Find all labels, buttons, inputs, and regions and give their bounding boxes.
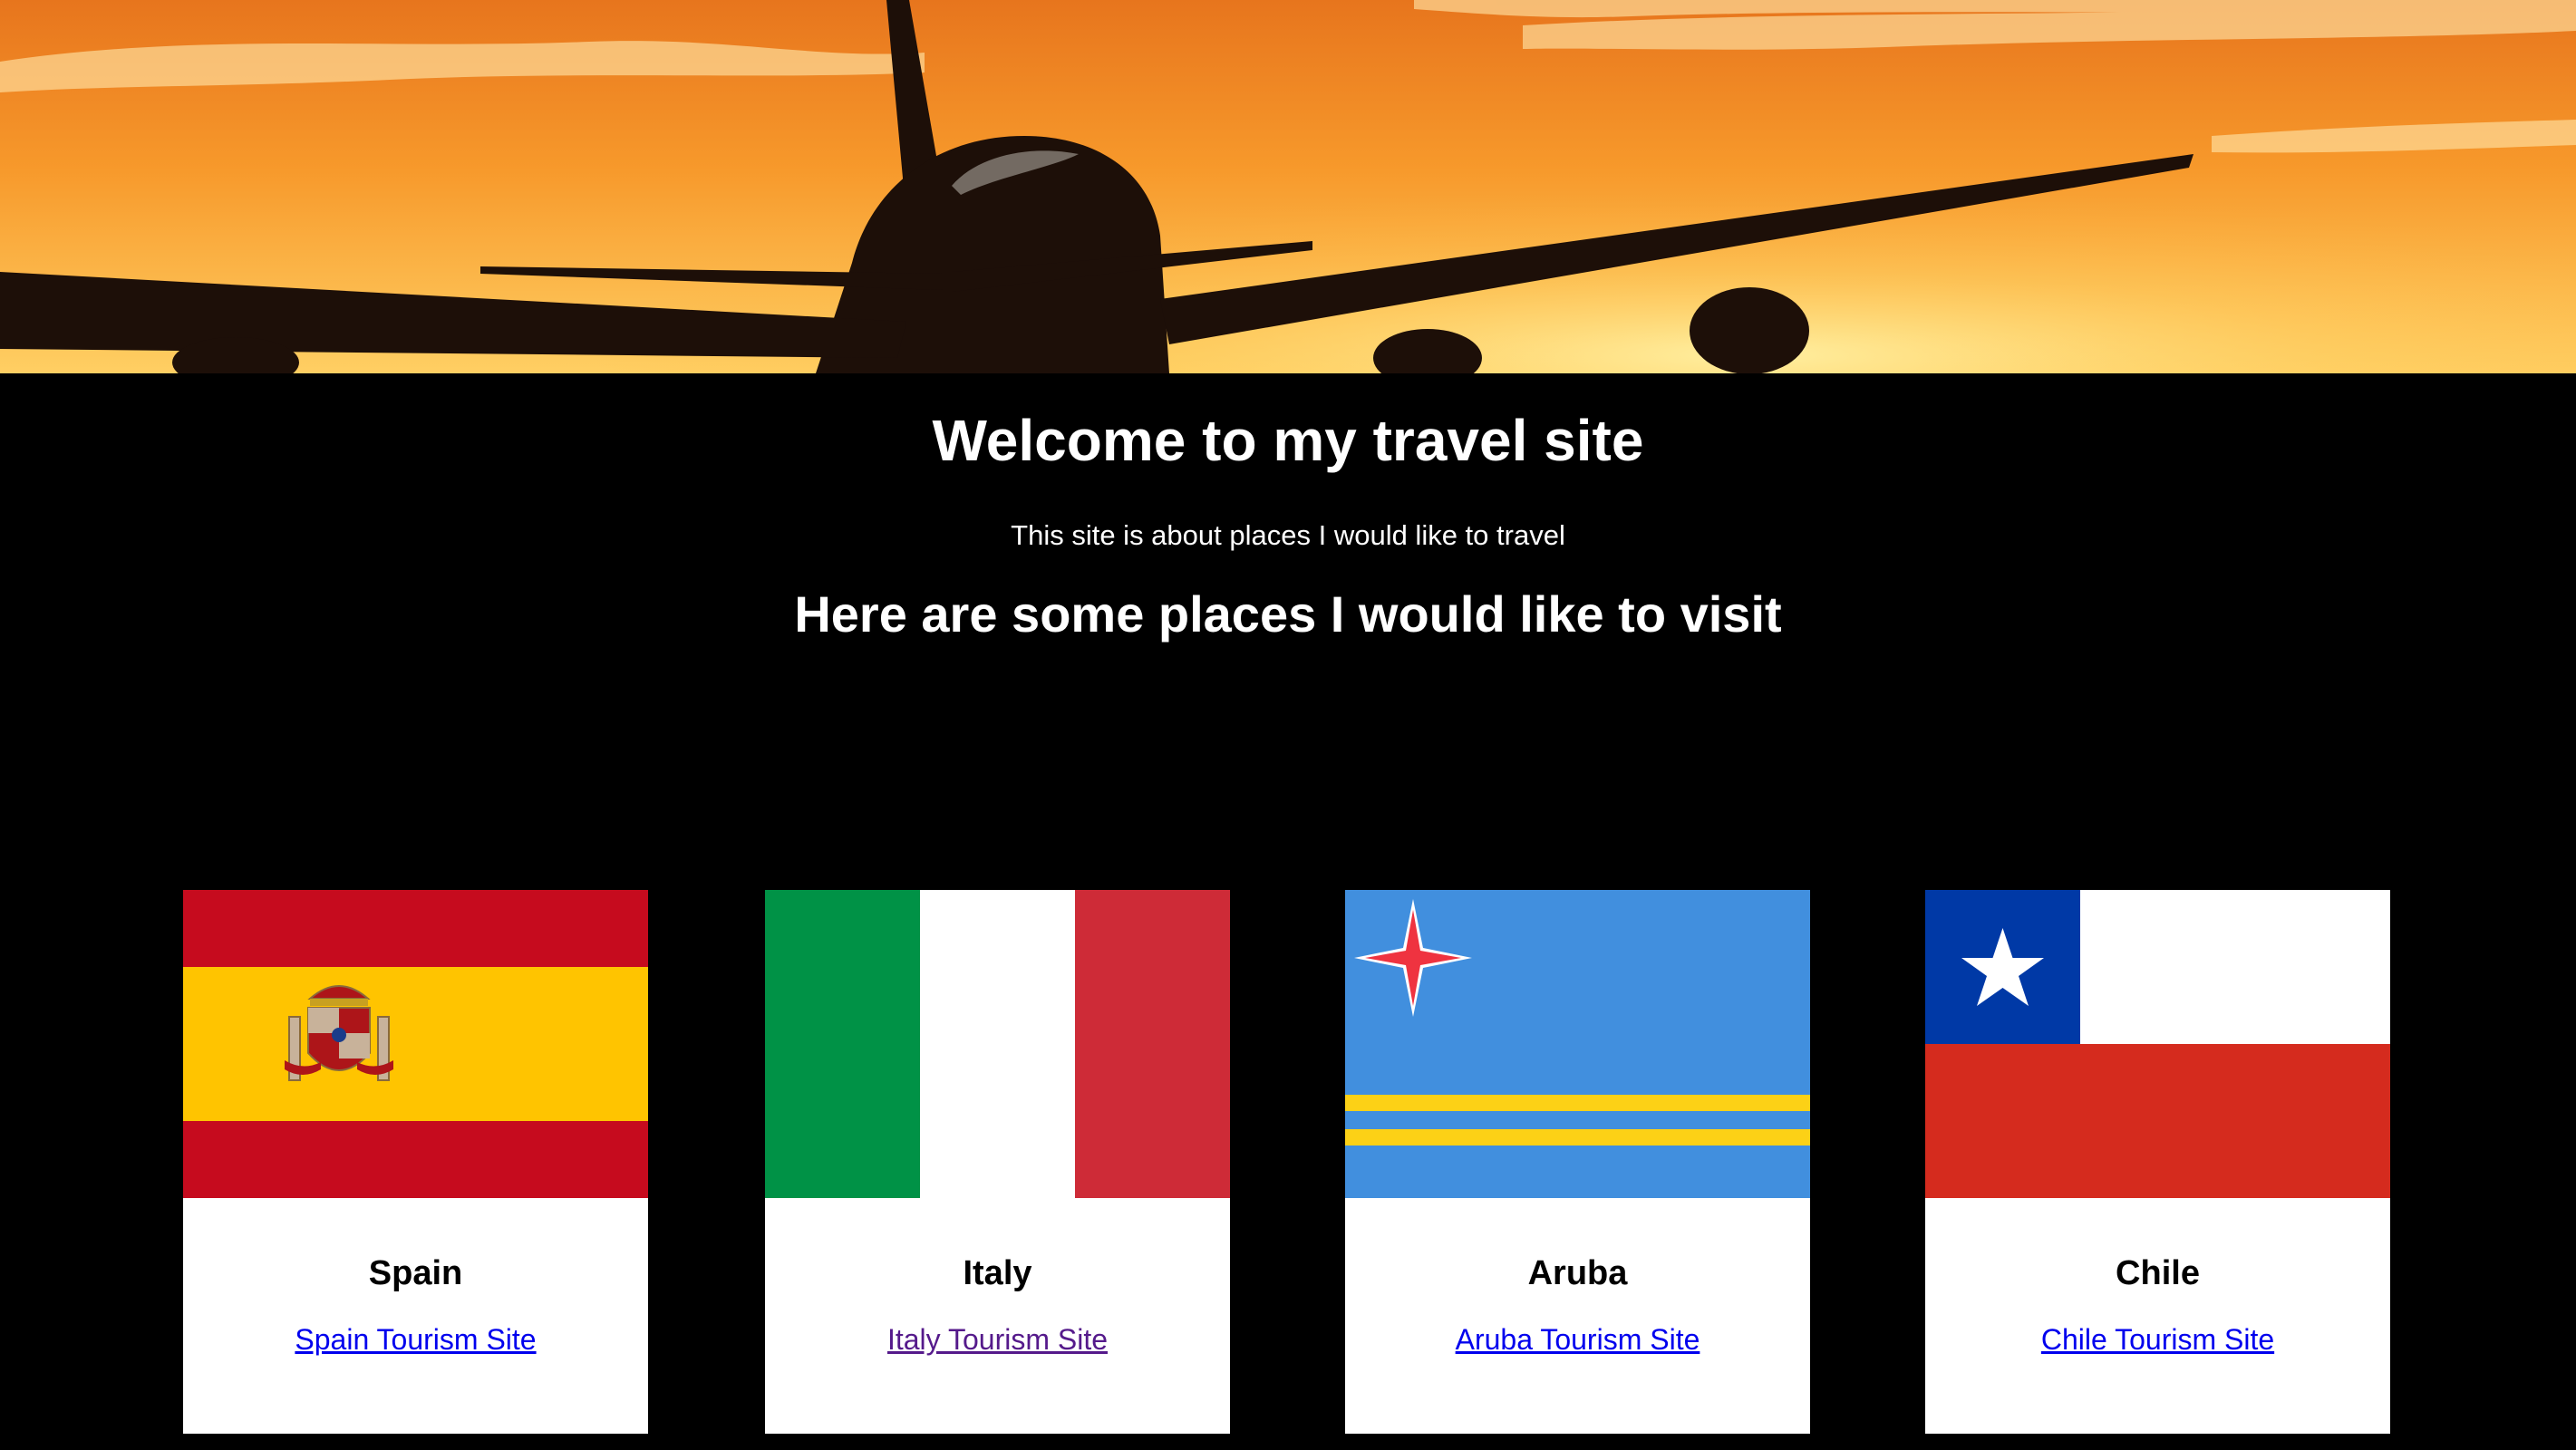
- hero-banner: [0, 0, 2576, 373]
- places-heading: Here are some places I would like to vis…: [794, 585, 1782, 643]
- main-content: Welcome to my travel site This site is a…: [0, 373, 2576, 1450]
- spain-tourism-link[interactable]: Spain Tourism Site: [183, 1323, 648, 1357]
- chile-tourism-link[interactable]: Chile Tourism Site: [1925, 1323, 2390, 1357]
- chile-flag-icon: [1925, 890, 2390, 1198]
- country-card-aruba: Aruba Aruba Tourism Site: [1345, 890, 1810, 1434]
- country-name: Aruba: [1527, 1254, 1628, 1292]
- country-card-italy: Italy Italy Tourism Site: [765, 890, 1230, 1434]
- spain-flag-icon: [183, 890, 648, 1198]
- page-subtitle: This site is about places I would like t…: [1011, 519, 1565, 551]
- country-name: Spain: [368, 1254, 463, 1292]
- country-card-chile: Chile Chile Tourism Site: [1925, 890, 2390, 1434]
- airplane-sunset-image: [0, 0, 2576, 373]
- country-card-spain: Spain Spain Tourism Site: [183, 890, 648, 1434]
- aruba-tourism-link[interactable]: Aruba Tourism Site: [1345, 1323, 1810, 1357]
- italy-tourism-link[interactable]: Italy Tourism Site: [765, 1323, 1230, 1357]
- aruba-flag-icon: [1345, 890, 1810, 1198]
- italy-flag-icon: [765, 890, 1230, 1198]
- country-name: Italy: [963, 1254, 1032, 1292]
- country-name: Chile: [2116, 1254, 2200, 1292]
- page-title: Welcome to my travel site: [932, 408, 1644, 473]
